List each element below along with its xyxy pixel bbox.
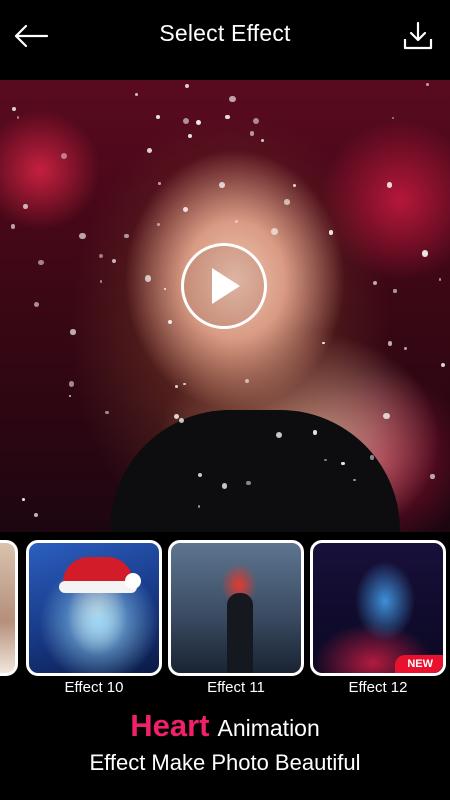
page-title: Select Effect (159, 20, 291, 46)
snow-particle (178, 417, 184, 423)
snow-particle (228, 95, 236, 103)
snow-particle (99, 280, 103, 284)
promo-highlight: Heart (130, 708, 210, 743)
snow-particle (392, 116, 395, 120)
snow-particle (393, 289, 397, 293)
snow-particle (430, 474, 435, 479)
snow-particle (322, 341, 325, 345)
download-button[interactable] (398, 16, 438, 56)
effect-thumbnail-11[interactable] (168, 540, 304, 676)
snow-particle (225, 114, 230, 120)
snow-particle (425, 83, 429, 87)
promo-banner: Heart Animation Effect Make Photo Beautif… (0, 708, 450, 776)
snow-particle (144, 275, 152, 282)
snow-particle (260, 138, 264, 143)
snow-particle (373, 280, 378, 285)
snow-particle (221, 483, 228, 489)
snow-particle (312, 430, 318, 435)
effect-thumbnail-12[interactable]: NEW (310, 540, 446, 676)
snow-particle (184, 83, 189, 89)
snow-particle (135, 93, 139, 97)
snow-particle (23, 204, 28, 209)
effect-preview[interactable] (0, 80, 450, 532)
snow-particle (105, 410, 109, 414)
snow-particle (249, 131, 254, 136)
snow-particle (70, 329, 76, 335)
snow-particle (60, 153, 67, 160)
snow-particle (68, 394, 71, 397)
snow-particle (12, 106, 16, 111)
snow-particle (386, 182, 393, 188)
snow-particle (183, 118, 190, 125)
snow-particle (164, 287, 167, 291)
snow-particle (271, 228, 278, 236)
thumbnail-figure (227, 593, 253, 673)
snow-particle (22, 497, 26, 501)
snow-particle (218, 182, 225, 188)
snow-particle (182, 206, 188, 212)
snow-particle (175, 385, 179, 389)
effect-thumbnail-partial[interactable] (0, 540, 18, 676)
promo-subline: Effect Make Photo Beautiful (89, 750, 361, 775)
snow-particle (111, 258, 116, 264)
top-bar: Select Effect (0, 0, 450, 72)
snow-particle (438, 278, 442, 282)
snow-particle (156, 222, 161, 227)
play-button[interactable] (181, 243, 267, 329)
download-icon (403, 21, 433, 50)
snow-particle (421, 250, 429, 257)
effect-label-10: Effect 10 (64, 679, 124, 696)
snow-particle (34, 301, 40, 308)
snow-particle (440, 362, 446, 368)
snow-particle (183, 383, 186, 386)
snow-particle (403, 346, 408, 351)
snow-particle (234, 220, 238, 224)
effect-thumbnail-10[interactable] (26, 540, 162, 676)
snow-particle (68, 381, 74, 387)
promo-headline-rest: Animation (217, 715, 320, 741)
subject-shoulders (110, 410, 400, 532)
santa-hat-pompom (125, 573, 141, 589)
effect-label-12: Effect 12 (348, 679, 408, 696)
snow-particle (99, 253, 104, 258)
snow-particle (158, 182, 161, 185)
snow-particle (244, 378, 249, 384)
snow-particle (10, 224, 16, 229)
snow-particle (124, 233, 129, 239)
effect-label-11: Effect 11 (207, 679, 265, 696)
snow-particle (341, 461, 345, 466)
snow-particle (292, 183, 296, 187)
new-badge: NEW (395, 655, 443, 673)
snow-particle (388, 341, 393, 346)
snow-particle (147, 148, 152, 154)
snow-particle (196, 119, 202, 125)
snow-particle (187, 133, 193, 139)
effects-strip[interactable]: Effect 10 Effect 11 NEW Effect 12 (0, 536, 450, 700)
snow-particle (33, 512, 38, 518)
snow-particle (252, 117, 260, 125)
snow-particle (284, 199, 290, 205)
snow-particle (328, 230, 334, 235)
snow-particle (246, 480, 251, 485)
snow-particle (155, 115, 160, 120)
promo-headline: Heart Animation (0, 708, 450, 744)
snow-particle (79, 233, 86, 240)
snow-particle (382, 412, 390, 420)
play-icon (212, 268, 240, 304)
snow-particle (167, 320, 173, 325)
snow-particle (16, 116, 20, 120)
snow-particle (38, 259, 44, 265)
